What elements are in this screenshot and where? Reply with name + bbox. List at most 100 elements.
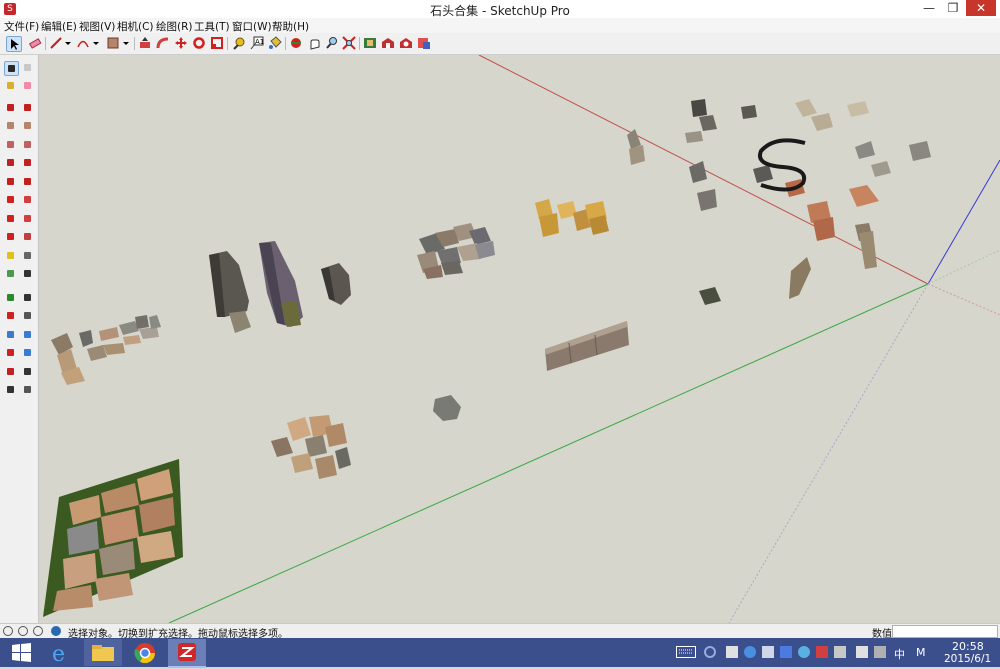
clock-time[interactable]: 20:58 [952, 640, 984, 653]
modeling-viewport[interactable] [39, 55, 1000, 623]
stone-group-flat-small[interactable] [51, 315, 161, 385]
app-tray-icon[interactable] [798, 646, 810, 658]
menu-tools[interactable]: 工具(T) [194, 19, 230, 34]
close-button[interactable]: ✕ [966, 0, 996, 16]
flagstone-grass-patch[interactable] [43, 459, 183, 617]
axes-icon[interactable] [4, 291, 17, 304]
send-to-layout-icon[interactable] [417, 36, 431, 50]
rectangle-icon[interactable] [4, 119, 17, 132]
paint-bucket-icon[interactable] [4, 79, 17, 92]
component-icon[interactable] [363, 36, 377, 50]
menu-camera[interactable]: 相机(C) [117, 19, 154, 34]
stone-group-far-gray[interactable] [627, 99, 931, 305]
rotated-rectangle-icon[interactable] [21, 119, 34, 132]
app-tray-icon[interactable] [816, 646, 828, 658]
keyboard-icon[interactable] [676, 646, 696, 658]
bluetooth-icon[interactable] [780, 646, 792, 658]
stone-group-rubble[interactable] [417, 223, 495, 279]
pan-icon[interactable] [21, 309, 34, 322]
zoom-extents-icon[interactable] [4, 346, 17, 359]
clock-date[interactable]: 2015/6/1 [944, 653, 991, 665]
component-icon[interactable] [21, 61, 34, 74]
zoom-window-icon[interactable] [21, 328, 34, 341]
follow-me-icon[interactable] [21, 212, 34, 225]
menu-help[interactable]: 帮助(H) [272, 19, 309, 34]
rotate-icon[interactable] [192, 36, 206, 50]
arc-icon[interactable] [76, 36, 90, 50]
move-icon[interactable] [4, 193, 17, 206]
push-pull-icon[interactable] [21, 193, 34, 206]
geolocation-icon[interactable] [18, 626, 28, 636]
eraser-icon[interactable] [21, 79, 34, 92]
text-icon[interactable] [21, 267, 34, 280]
menu-view[interactable]: 视图(V) [79, 19, 115, 34]
polygon-icon[interactable] [21, 138, 34, 151]
two-point-arc-icon[interactable] [4, 175, 17, 188]
windows-start-icon[interactable] [2, 639, 40, 666]
3d-warehouse-icon[interactable] [381, 36, 395, 50]
sketchup-icon[interactable] [168, 639, 206, 668]
orbit-icon[interactable] [4, 309, 17, 322]
3d-text-icon[interactable] [21, 291, 34, 304]
look-around-icon[interactable] [21, 365, 34, 378]
offset-icon[interactable] [21, 230, 34, 243]
section-plane-icon[interactable] [21, 383, 34, 396]
file-explorer-icon[interactable] [84, 639, 122, 666]
follow-me-icon[interactable] [156, 36, 170, 50]
tape-measure-icon[interactable] [4, 249, 17, 262]
tape-measure-icon[interactable] [232, 36, 246, 50]
internet-explorer-icon[interactable]: e [42, 639, 80, 667]
eraser-icon[interactable] [28, 36, 42, 50]
menu-window[interactable]: 窗口(W) [232, 19, 272, 34]
dropdown-arrow-icon[interactable] [122, 36, 130, 50]
dropdown-arrow-icon[interactable] [92, 36, 100, 50]
stone-wall-segment[interactable] [545, 321, 629, 371]
pencil-icon[interactable] [49, 36, 63, 50]
freehand-icon[interactable] [21, 101, 34, 114]
rectangle-icon[interactable] [106, 36, 120, 50]
stone-group-broken-slabs[interactable] [271, 415, 351, 479]
network-icon[interactable] [704, 646, 716, 658]
scale-icon[interactable] [210, 36, 224, 50]
single-boulder[interactable] [433, 395, 461, 421]
chrome-icon[interactable] [126, 639, 164, 666]
menu-draw[interactable]: 绘图(R) [156, 19, 193, 34]
pan-icon[interactable] [307, 36, 321, 50]
scale-icon[interactable] [4, 230, 17, 243]
walk-icon[interactable] [4, 383, 17, 396]
app-tray-icon[interactable] [834, 646, 846, 658]
zoom-icon[interactable] [4, 328, 17, 341]
volume-icon[interactable] [856, 646, 868, 658]
select-icon[interactable] [4, 61, 19, 76]
previous-view-icon[interactable] [21, 346, 34, 359]
three-point-arc-icon[interactable] [21, 175, 34, 188]
ime-indicator[interactable]: 中 [894, 646, 905, 662]
app-tray-icon[interactable] [744, 646, 756, 658]
measurements-field[interactable] [892, 625, 998, 638]
pie-icon[interactable] [21, 156, 34, 169]
minimize-button[interactable]: — [918, 0, 940, 16]
app-tray-icon[interactable] [726, 646, 738, 658]
protractor-icon[interactable] [4, 267, 17, 280]
line-icon[interactable] [4, 101, 17, 114]
arc-icon[interactable] [4, 156, 17, 169]
stone-group-standing[interactable] [209, 241, 351, 333]
move-icon[interactable] [174, 36, 188, 50]
info-icon[interactable] [3, 626, 13, 636]
extension-warehouse-icon[interactable] [399, 36, 413, 50]
paint-bucket-icon[interactable] [268, 36, 282, 50]
restore-button[interactable]: ❐ [942, 0, 964, 16]
position-camera-icon[interactable] [4, 365, 17, 378]
credits-icon[interactable] [33, 626, 43, 636]
circle-icon[interactable] [4, 138, 17, 151]
zoom-icon[interactable] [325, 36, 339, 50]
stone-group-sandstone[interactable] [535, 199, 609, 237]
orbit-icon[interactable] [289, 36, 303, 50]
help-icon[interactable] [51, 626, 61, 636]
zoom-extents-icon[interactable] [342, 36, 356, 50]
dimension-icon[interactable] [21, 249, 34, 262]
menu-edit[interactable]: 编辑(E) [41, 19, 77, 34]
text-icon[interactable]: A1 [250, 36, 264, 50]
scene-canvas[interactable] [39, 55, 1000, 623]
wifi-icon[interactable] [874, 646, 886, 658]
